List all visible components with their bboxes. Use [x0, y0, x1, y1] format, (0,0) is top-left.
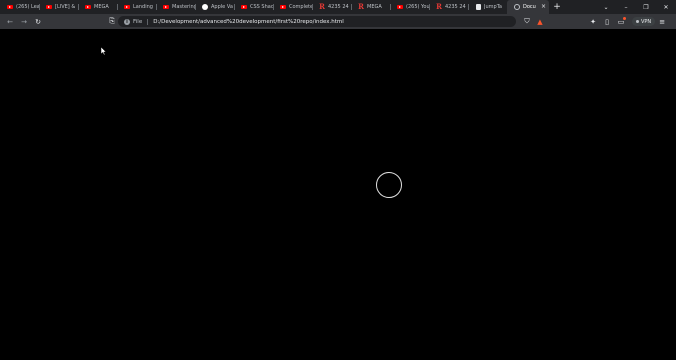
- r-icon: R: [319, 2, 325, 11]
- tab-3[interactable]: MEGA: [78, 0, 117, 14]
- vpn-status-icon: [636, 20, 639, 23]
- tab-13[interactable]: JumpTa: [468, 0, 507, 14]
- tab-title: Apple Va: [211, 4, 233, 10]
- vpn-label: VPN: [641, 18, 652, 25]
- github-icon: [202, 4, 208, 10]
- tab-title: Complete: [289, 4, 312, 10]
- tab-14-active[interactable]: Docu ×: [507, 0, 549, 14]
- tab-10[interactable]: R MEGA: [351, 0, 390, 14]
- wallet-icon[interactable]: ▭: [614, 14, 628, 29]
- tab-search-icon[interactable]: ⌄: [600, 0, 612, 14]
- tab-title: [LIVE] &: [55, 4, 76, 10]
- youtube-icon: [124, 4, 130, 10]
- tab-title: (265) You: [406, 4, 429, 10]
- window-controls: – ❐ ✕: [616, 0, 676, 14]
- url-scheme-label: File: [133, 18, 143, 25]
- youtube-icon: [280, 4, 286, 10]
- tab-title: JumpTa: [484, 4, 502, 10]
- extensions-icon[interactable]: ✦: [586, 14, 600, 29]
- tab-title: Landing: [133, 4, 153, 10]
- minimize-icon[interactable]: –: [616, 0, 636, 14]
- tab-title: (265) Lea: [16, 4, 39, 10]
- tab-title: MEGA: [94, 4, 109, 10]
- menu-icon[interactable]: ≡: [655, 14, 669, 29]
- r-icon: R: [358, 2, 364, 11]
- tab-5[interactable]: Mastering: [156, 0, 195, 14]
- tab-title: 4235 24: [328, 4, 349, 10]
- vpn-button[interactable]: VPN: [632, 17, 656, 26]
- tab-2[interactable]: [LIVE] &: [39, 0, 78, 14]
- browser-toolbar: ← → ↻ ⎘ i File D:/Development/advanced%2…: [0, 14, 676, 29]
- tab-title: CSS Shad: [250, 4, 273, 10]
- info-icon[interactable]: i: [124, 18, 130, 25]
- tab-9[interactable]: R 4235 24: [312, 0, 351, 14]
- close-tab-icon[interactable]: ×: [541, 3, 546, 11]
- window-close-icon[interactable]: ✕: [656, 0, 676, 14]
- tab-title: MEGA: [367, 4, 382, 10]
- brave-shield-icon[interactable]: ⛉: [520, 14, 534, 29]
- tab-title: 4235 24: [445, 4, 466, 10]
- back-icon[interactable]: ←: [3, 14, 17, 29]
- bookmark-icon[interactable]: ⎘: [105, 14, 119, 29]
- toolbar-right-tools: ✦ ▯ ▭ VPN ≡: [586, 14, 669, 29]
- sidebar-icon[interactable]: ▯: [600, 14, 614, 29]
- youtube-icon: [397, 4, 403, 10]
- divider: [147, 18, 149, 25]
- tab-title: Mastering: [172, 4, 195, 10]
- tab-list: (265) Lea [LIVE] & MEGA Landing Masterin…: [0, 0, 549, 14]
- tab-4[interactable]: Landing: [117, 0, 156, 14]
- document-icon: [475, 4, 481, 10]
- youtube-icon: [241, 4, 247, 10]
- tab-strip: (265) Lea [LIVE] & MEGA Landing Masterin…: [0, 0, 676, 14]
- outlined-circle: [376, 172, 402, 198]
- tab-1[interactable]: (265) Lea: [0, 0, 39, 14]
- tab-11[interactable]: (265) You: [390, 0, 429, 14]
- notification-badge: [623, 17, 626, 20]
- forward-icon[interactable]: →: [17, 14, 31, 29]
- maximize-icon[interactable]: ❐: [636, 0, 656, 14]
- tab-title: Docu: [523, 4, 536, 10]
- new-tab-button[interactable]: +: [551, 0, 563, 14]
- mouse-cursor-icon: [101, 47, 107, 56]
- youtube-icon: [46, 4, 52, 10]
- tab-8[interactable]: Complete: [273, 0, 312, 14]
- r-icon: R: [436, 2, 442, 11]
- youtube-icon: [85, 4, 91, 10]
- youtube-icon: [163, 4, 169, 10]
- tab-12[interactable]: R 4235 24: [429, 0, 468, 14]
- youtube-icon: [7, 4, 13, 10]
- tab-6[interactable]: Apple Va: [195, 0, 234, 14]
- globe-icon: [514, 4, 520, 10]
- page-viewport: [0, 29, 676, 360]
- address-bar[interactable]: i File D:/Development/advanced%20develop…: [118, 16, 516, 27]
- reload-icon[interactable]: ↻: [31, 14, 45, 29]
- url-text[interactable]: D:/Development/advanced%20development/fi…: [153, 19, 344, 25]
- brave-rewards-icon[interactable]: ▲: [533, 14, 547, 29]
- tab-7[interactable]: CSS Shad: [234, 0, 273, 14]
